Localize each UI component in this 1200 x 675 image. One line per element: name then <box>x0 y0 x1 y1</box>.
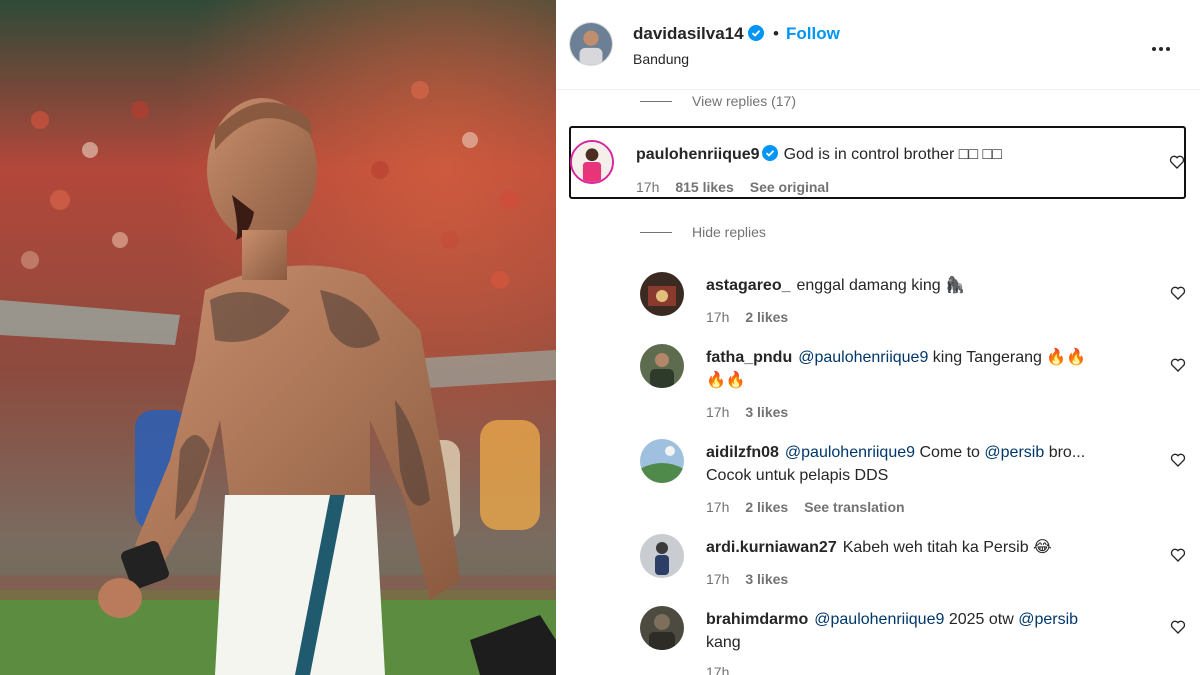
reply-avatar[interactable] <box>640 272 684 316</box>
verified-badge-icon <box>761 145 778 161</box>
football-player-photo <box>0 0 556 675</box>
reply-likes[interactable]: 3 likes <box>745 571 788 587</box>
reply-meta: 17h 3 likes <box>706 571 804 587</box>
reply-body-end: bro... <box>1048 444 1086 461</box>
more-options-icon[interactable] <box>1152 38 1178 52</box>
post-location[interactable]: Bandung <box>633 51 689 67</box>
reply-mention[interactable]: @paulohenriique9 <box>798 349 928 366</box>
reply-body: enggal damang king 🦍 <box>796 277 965 294</box>
like-heart-icon[interactable] <box>1170 547 1186 563</box>
reply-mention[interactable]: @paulohenriique9 <box>785 444 915 461</box>
like-heart-icon[interactable] <box>1170 452 1186 468</box>
follow-separator: • <box>773 24 779 43</box>
hide-replies-button[interactable]: Hide replies <box>640 224 766 240</box>
reply-mention-persib[interactable]: @persib <box>1018 611 1078 628</box>
reply-time: 17h <box>706 309 730 325</box>
reply-avatar[interactable] <box>640 534 684 578</box>
verified-badge-icon <box>747 25 764 41</box>
reply-body-continued: Cocok untuk pelapis DDS <box>706 467 889 484</box>
view-replies-button[interactable]: View replies (17) <box>640 93 796 109</box>
reply-body-continued: 🔥🔥 <box>706 372 746 389</box>
follow-button[interactable]: Follow <box>786 24 840 44</box>
reply-body: Come to <box>919 444 980 461</box>
reply-meta: 17h 2 likes <box>706 309 804 325</box>
comment-text: paulohenriique9 God is in control brother… <box>636 143 1002 167</box>
see-original-button[interactable]: See original <box>750 179 829 195</box>
reply-username[interactable]: fatha_pndu <box>706 349 792 366</box>
post-photo <box>0 0 556 675</box>
comment-avatar[interactable] <box>570 140 614 184</box>
reply-likes[interactable]: 2 likes <box>745 309 788 325</box>
reply-meta: 17h 2 likes See translation <box>706 499 921 515</box>
post-comments-panel: davidasilva14 • Follow Bandung View repl… <box>556 0 1200 675</box>
reply-body-continued: kang <box>706 634 741 651</box>
like-heart-icon[interactable] <box>1170 285 1186 301</box>
like-heart-icon[interactable] <box>1170 357 1186 373</box>
reply-meta: 17h 3 likes <box>706 404 804 420</box>
like-heart-icon[interactable] <box>1169 154 1185 170</box>
comment-likes[interactable]: 815 likes <box>675 179 733 195</box>
reply-time: 17h <box>706 404 730 420</box>
comment-meta: 17h 815 likes See original <box>636 179 845 195</box>
reply-body: Kabeh weh titah ka Persib 😂 <box>842 539 1052 556</box>
reply-body: king Tangerang 🔥🔥 <box>932 349 1087 366</box>
reply-body: 2025 otw <box>948 611 1014 628</box>
reply-username[interactable]: aidilzfn08 <box>706 444 779 461</box>
reply-avatar[interactable] <box>640 344 684 388</box>
reply-likes[interactable]: 2 likes <box>745 499 788 515</box>
reply-likes[interactable]: 3 likes <box>745 404 788 420</box>
see-translation-button[interactable]: See translation <box>804 499 904 515</box>
reply-avatar[interactable] <box>640 606 684 650</box>
comment-body: God is in control brother □□ □□ <box>783 146 1002 163</box>
reply-meta: 17h <box>706 664 745 675</box>
reply-mention-persib[interactable]: @persib <box>984 444 1044 461</box>
comment-time: 17h <box>636 179 660 195</box>
like-heart-icon[interactable] <box>1170 619 1186 635</box>
author-username[interactable]: davidasilva14 <box>633 24 764 44</box>
comment-username[interactable]: paulohenriique9 <box>636 146 760 163</box>
author-avatar[interactable] <box>569 22 613 66</box>
reply-time: 17h <box>706 664 730 675</box>
reply-time: 17h <box>706 571 730 587</box>
reply-avatar[interactable] <box>640 439 684 483</box>
reply-time: 17h <box>706 499 730 515</box>
reply-mention[interactable]: @paulohenriique9 <box>814 611 944 628</box>
reply-username[interactable]: astagareo_ <box>706 277 791 294</box>
reply-username[interactable]: brahimdarmo <box>706 611 808 628</box>
reply-username[interactable]: ardi.kurniawan27 <box>706 539 837 556</box>
post-header: davidasilva14 • Follow Bandung <box>556 0 1200 90</box>
